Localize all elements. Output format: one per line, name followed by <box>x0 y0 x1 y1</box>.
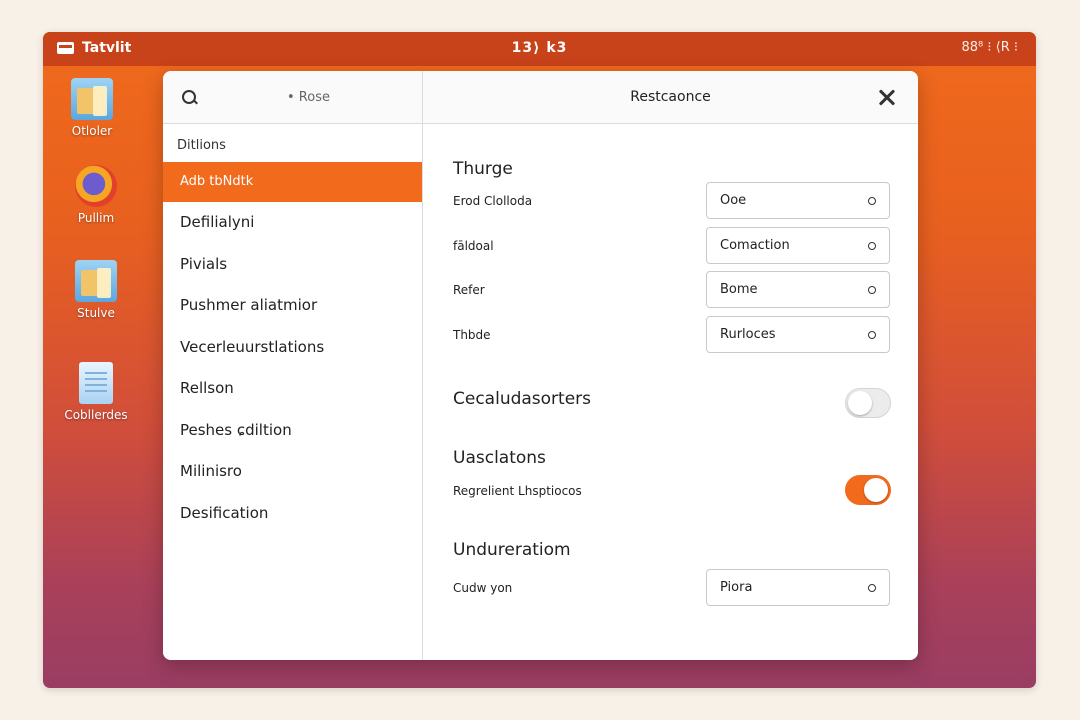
dropdown-value: Piora <box>720 580 753 595</box>
row-label-4: Thbde <box>453 328 491 342</box>
desktop-icon-otloler[interactable]: Otloler <box>52 78 132 138</box>
chevron-icon <box>868 331 876 339</box>
page-title: Restcaonce <box>630 89 711 105</box>
section-title-4: Undureratiom <box>453 540 571 560</box>
app-icon <box>57 42 74 54</box>
folder-icon <box>75 260 117 302</box>
document-icon <box>79 362 113 404</box>
dropdown-2[interactable]: Comaction <box>706 227 890 264</box>
section-title-2: Cecaludasorters <box>453 389 592 409</box>
clock[interactable]: 13⟩ k3 <box>43 40 1036 56</box>
section-title-1: Thurge <box>453 159 513 179</box>
system-tray[interactable]: 88⁸ ⁝ ⟨R ⁝ <box>961 40 1018 55</box>
sidebar: Ditlions Adb tbNdtk Defilialyni Pivials … <box>163 71 423 660</box>
content-panel: Restcaonce Thurge Erod Clolloda Ooe fāld… <box>423 71 918 660</box>
app-menu[interactable]: Tatvlit <box>57 40 131 56</box>
row-label-6: Cudw yon <box>453 581 513 595</box>
search-input[interactable] <box>209 83 409 111</box>
browser-icon <box>75 165 117 207</box>
sidebar-item-3[interactable]: Pushmer aliatmior <box>163 285 422 327</box>
toggle-knob <box>864 478 888 502</box>
desktop-icon-cobllerdes[interactable]: Cobllerdes <box>56 362 136 422</box>
row-label-5: Regrelient Lhsptiocos <box>453 484 582 498</box>
dropdown-value: Comaction <box>720 238 790 253</box>
dropdown-value: Ooe <box>720 193 747 208</box>
desktop-icon-label: Pullim <box>77 211 115 225</box>
sidebar-item-8[interactable]: Desification <box>163 493 422 535</box>
chevron-icon <box>868 197 876 205</box>
app-name: Tatvlit <box>82 40 132 56</box>
chevron-icon <box>868 286 876 294</box>
toggle-switch-3[interactable] <box>845 475 891 505</box>
row-label-2: fāldoal <box>453 239 494 253</box>
row-label-1: Erod Clolloda <box>453 194 533 208</box>
sidebar-item-0[interactable]: Adb tbNdtk <box>163 162 422 202</box>
search-bar <box>163 71 422 124</box>
content-header: Restcaonce <box>423 71 918 124</box>
settings-dialog: Ditlions Adb tbNdtk Defilialyni Pivials … <box>163 71 918 660</box>
desktop-icon-label: Otloler <box>71 124 113 138</box>
dropdown-3[interactable]: Bome <box>706 271 890 308</box>
row-label-3: Refer <box>453 283 485 297</box>
sidebar-item-6[interactable]: Peshes ɕdiltion <box>163 410 422 452</box>
top-bar: Tatvlit 13⟩ k3 88⁸ ⁝ ⟨R ⁝ <box>43 32 1036 66</box>
desktop-screen: Tatvlit 13⟩ k3 88⁸ ⁝ ⟨R ⁝ Otloler Pullim… <box>43 32 1036 688</box>
chevron-icon <box>868 242 876 250</box>
dropdown-4[interactable]: Rurloces <box>706 316 890 353</box>
search-icon[interactable] <box>182 90 196 104</box>
desktop-icon-stulve[interactable]: Stulve <box>56 260 136 320</box>
dropdown-1[interactable]: Ooe <box>706 182 890 219</box>
chevron-icon <box>868 584 876 592</box>
desktop-icon-pullim[interactable]: Pullim <box>56 165 136 225</box>
sidebar-item-1[interactable]: Defilialyni <box>163 202 422 244</box>
sidebar-item-7[interactable]: Milinisro <box>163 451 422 493</box>
section-title-3: Uasclatons <box>453 448 546 468</box>
desktop-icon-label: Stulve <box>77 306 115 320</box>
sidebar-item-4[interactable]: Vecerleuurstlations <box>163 327 422 369</box>
sidebar-header: Ditlions <box>177 138 226 153</box>
sidebar-item-5[interactable]: Rellson <box>163 368 422 410</box>
toggle-knob <box>848 391 872 415</box>
dropdown-value: Rurloces <box>720 327 776 342</box>
sidebar-item-2[interactable]: Pivials <box>163 244 422 286</box>
dropdown-value: Bome <box>720 282 758 297</box>
desktop-icon-label: Cobllerdes <box>64 408 128 422</box>
dropdown-5[interactable]: Piora <box>706 569 890 606</box>
folder-icon <box>71 78 113 120</box>
close-icon[interactable] <box>878 88 896 106</box>
toggle-switch-2[interactable] <box>845 388 891 418</box>
